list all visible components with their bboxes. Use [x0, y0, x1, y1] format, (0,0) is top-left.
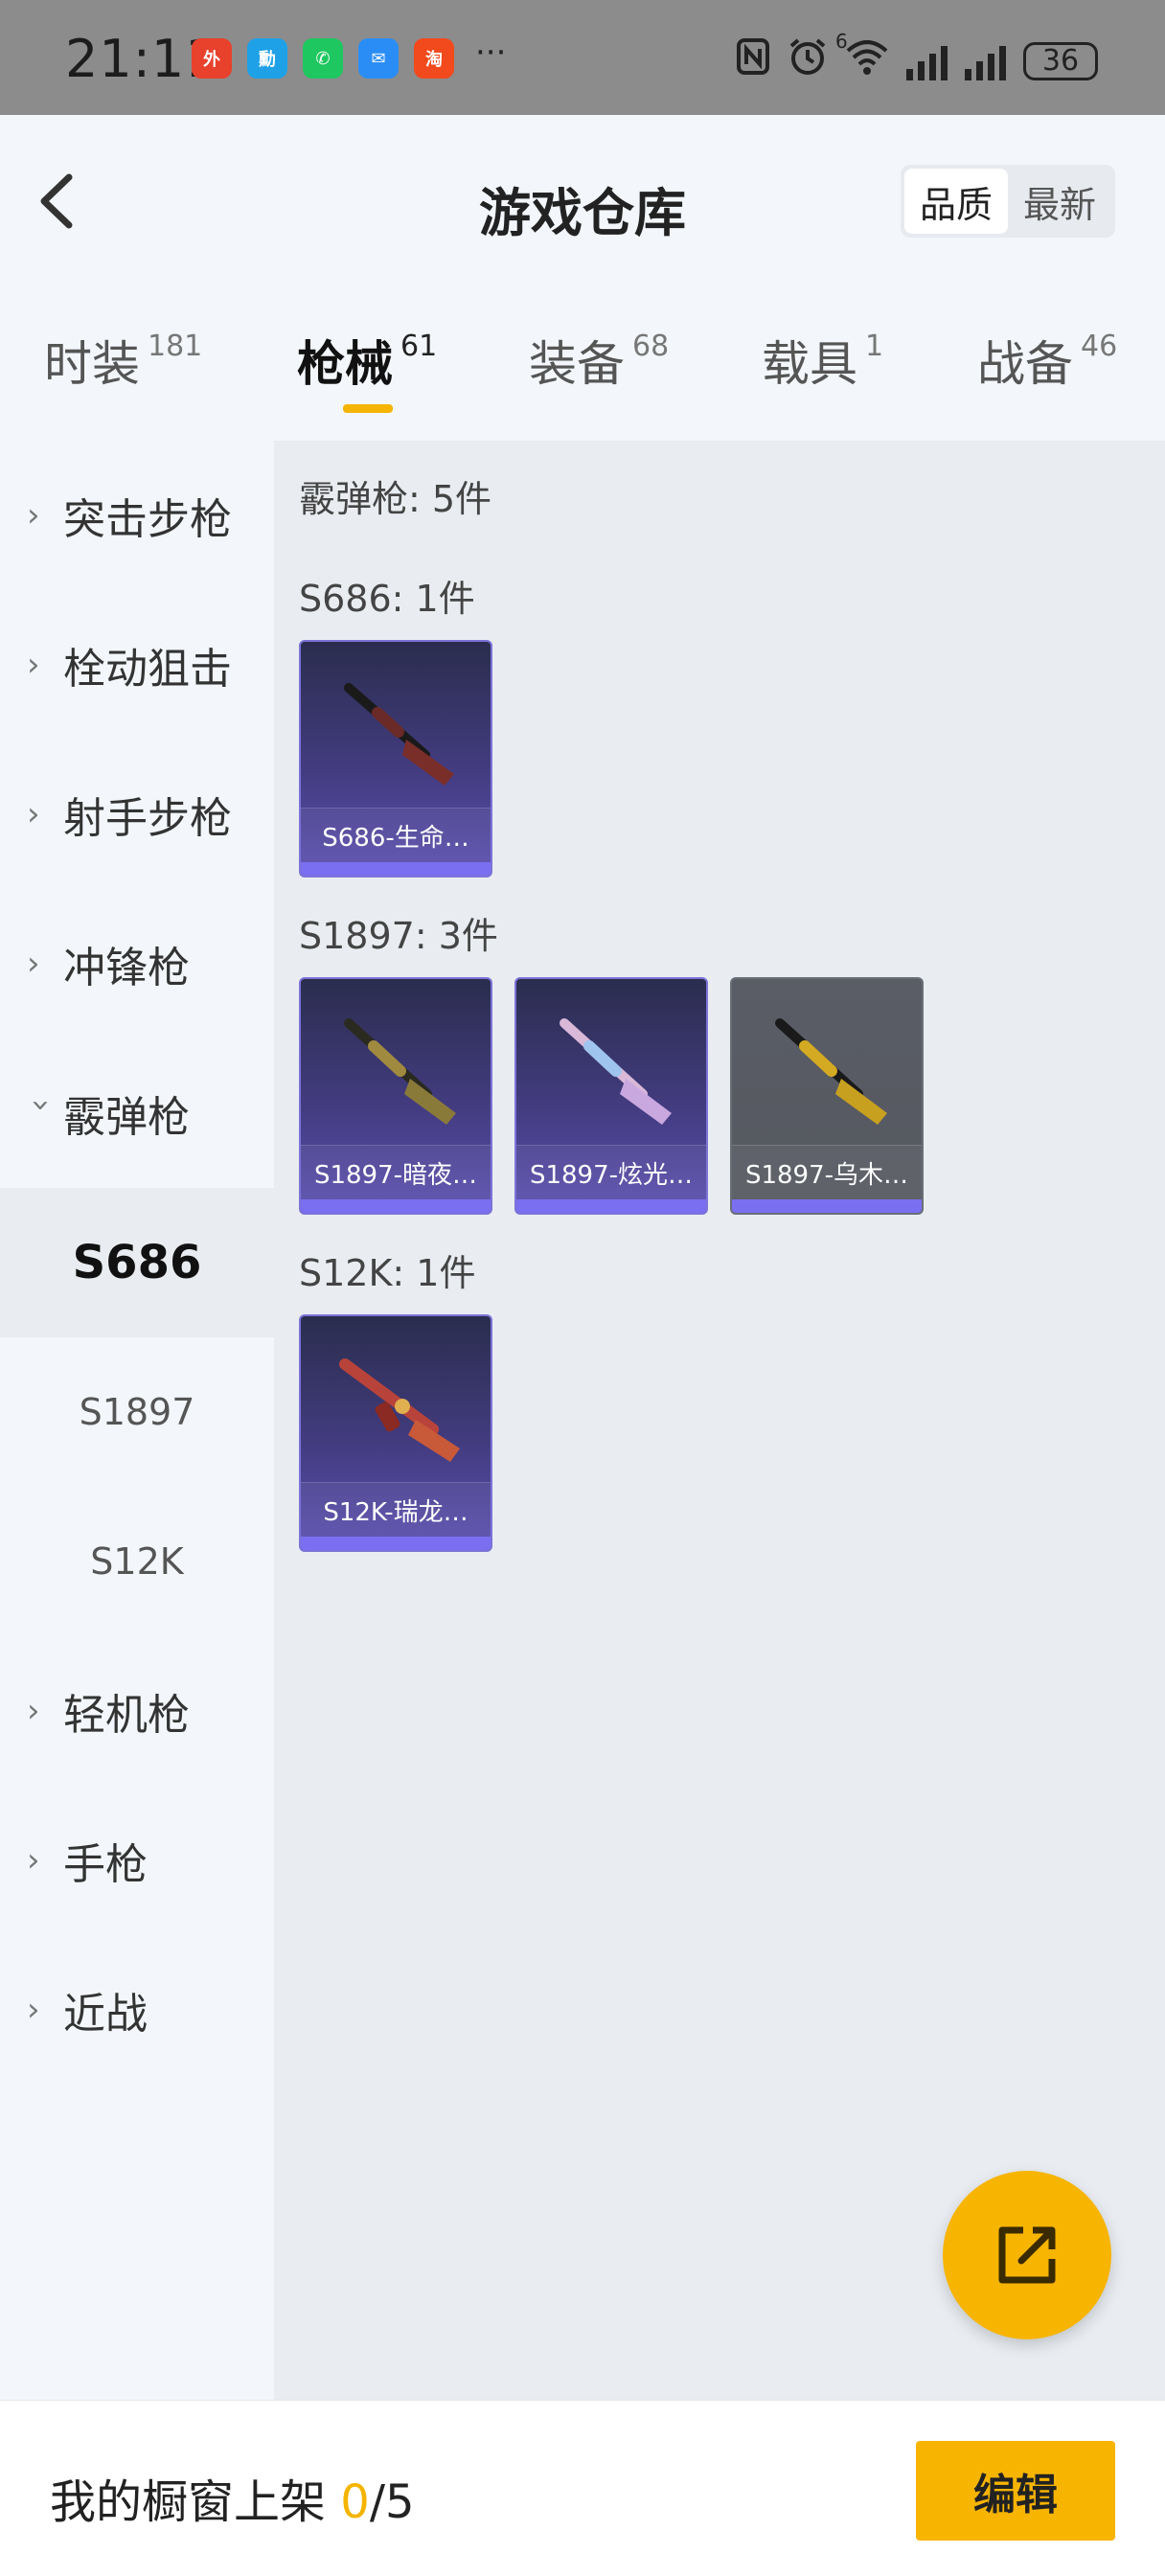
- signal-icon-2: [965, 42, 1006, 80]
- category-summary: 霰弹枪: 5件: [299, 478, 492, 520]
- sidebar-item-dmr[interactable]: › 射手步枪: [0, 740, 274, 889]
- network-type-label: 6: [835, 30, 848, 53]
- sidebar-item-smg[interactable]: › 冲锋枪: [0, 889, 274, 1038]
- sidebar-subitem-s1897[interactable]: S1897: [0, 1337, 274, 1487]
- showcase-total-count: /5: [369, 2475, 415, 2529]
- tab-label: 时装: [44, 336, 140, 392]
- sidebar-item-shotgun[interactable]: › 霰弹枪: [0, 1038, 274, 1188]
- sidebar-item-label: 射手步枪: [63, 794, 232, 843]
- item-card[interactable]: S1897-炫光…: [514, 977, 708, 1215]
- chevron-right-icon: ›: [27, 1991, 40, 2029]
- item-name: S1897-暗夜…: [301, 1145, 491, 1199]
- signal-icon-1: [906, 42, 948, 80]
- chevron-right-icon: ›: [27, 1841, 40, 1880]
- taobao-icon: 淘: [414, 38, 454, 79]
- group-title-s1897: S1897: 3件: [299, 915, 498, 957]
- tab-label: 载具: [762, 336, 857, 392]
- sort-toggle: 品质 最新: [900, 165, 1115, 238]
- notification-icons: 外 勳 ✆ ✉ 淘 ···: [192, 34, 506, 79]
- tab-count: 61: [400, 330, 438, 363]
- tab-label: 枪械: [297, 336, 393, 392]
- tab-outfits[interactable]: 时装 181: [44, 326, 202, 395]
- showcase-bar: 我的橱窗上架 0/5 编辑: [0, 2400, 1165, 2576]
- item-card[interactable]: S1897-乌木…: [730, 977, 924, 1215]
- shotgun-icon: [344, 683, 454, 786]
- rarity-bar: [301, 1537, 491, 1550]
- shotgun-icon: [775, 1018, 887, 1125]
- tab-count: 68: [632, 330, 670, 363]
- category-tabs: 时装 181 枪械 61 装备 68 载具 1 战备 46: [0, 316, 1165, 441]
- shotgun-icon: [560, 1018, 672, 1125]
- item-card[interactable]: S1897-暗夜…: [299, 977, 492, 1215]
- sidebar-item-label: 霰弹枪: [63, 1093, 190, 1142]
- shotgun-icon: [339, 1358, 460, 1462]
- rarity-bar: [732, 1199, 922, 1213]
- item-name: S1897-乌木…: [732, 1145, 922, 1199]
- showcase-current-count: 0: [340, 2475, 370, 2529]
- showcase-status: 我的橱窗上架 0/5: [50, 2464, 415, 2531]
- active-tab-indicator: [343, 404, 393, 413]
- tab-vehicles[interactable]: 载具 1: [762, 326, 883, 395]
- chevron-down-icon: ›: [22, 1099, 60, 1112]
- tab-equipment[interactable]: 装备 68: [529, 326, 669, 395]
- tab-label: 装备: [529, 336, 625, 392]
- chevron-right-icon: ›: [27, 945, 40, 983]
- tab-supplies[interactable]: 战备 46: [977, 326, 1117, 395]
- more-notifications-icon: ···: [475, 34, 507, 72]
- tab-count: 1: [865, 330, 884, 363]
- weapon-category-sidebar: › 突击步枪 › 栓动狙击 › 射手步枪 › 冲锋枪 › 霰弹枪 S686 S1897 S…: [0, 441, 274, 2400]
- sidebar-item-label: 近战: [63, 1990, 148, 2039]
- tab-label: 战备: [977, 336, 1073, 392]
- tab-count: 46: [1081, 330, 1118, 363]
- sidebar-subitem-s686[interactable]: S686: [0, 1188, 274, 1337]
- sidebar-item-melee[interactable]: › 近战: [0, 1935, 274, 2085]
- item-name: S1897-炫光…: [516, 1145, 706, 1199]
- sidebar-item-lmg[interactable]: › 轻机枪: [0, 1636, 274, 1786]
- item-card[interactable]: S12K-瑞龙…: [299, 1314, 492, 1552]
- sidebar-item-pistol[interactable]: › 手枪: [0, 1786, 274, 1935]
- rarity-bar: [301, 1199, 491, 1213]
- nfc-icon: [736, 37, 770, 84]
- sort-by-newest-button[interactable]: 最新: [1008, 169, 1111, 234]
- chevron-right-icon: ›: [27, 1692, 40, 1730]
- external-link-icon: [998, 2226, 1056, 2284]
- sort-by-quality-button[interactable]: 品质: [903, 169, 1008, 234]
- wechat-icon: ✆: [303, 38, 343, 79]
- group-title-s686: S686: 1件: [299, 578, 475, 620]
- item-name: S12K-瑞龙…: [301, 1482, 491, 1537]
- sidebar-item-label: 突击步枪: [63, 495, 232, 544]
- share-button[interactable]: [943, 2171, 1111, 2339]
- item-card[interactable]: S686-生命…: [299, 640, 492, 878]
- sidebar-item-label: 手枪: [63, 1840, 148, 1889]
- shotgun-icon: [344, 1018, 456, 1125]
- item-content-panel: 霰弹枪: 5件 S686: 1件 S686-生命… S1897: 3件 S189…: [274, 441, 1165, 2400]
- sidebar-item-label: 栓动狙击: [63, 645, 232, 694]
- sidebar-item-assault-rifles[interactable]: › 突击步枪: [0, 441, 274, 590]
- sidebar-subitem-s12k[interactable]: S12K: [0, 1487, 274, 1636]
- alarm-icon: [788, 36, 828, 85]
- bike-app-icon: 勳: [247, 38, 287, 79]
- status-bar: 21:11 外 勳 ✆ ✉ 淘 ··· 6 36: [0, 0, 1165, 115]
- tab-guns[interactable]: 枪械 61: [297, 326, 437, 395]
- tab-count: 181: [148, 330, 203, 363]
- chevron-right-icon: ›: [27, 646, 40, 684]
- takeaway-app-icon: 外: [192, 38, 232, 79]
- chevron-right-icon: ›: [27, 496, 40, 535]
- sidebar-item-label: 轻机枪: [63, 1691, 190, 1740]
- sidebar-item-label: 冲锋枪: [63, 944, 190, 992]
- sidebar-item-bolt-sniper[interactable]: › 栓动狙击: [0, 590, 274, 740]
- chevron-right-icon: ›: [27, 795, 40, 833]
- message-app-icon: ✉: [358, 38, 399, 79]
- rarity-bar: [516, 1199, 706, 1213]
- system-icons: 6 36: [736, 30, 1098, 85]
- edit-button[interactable]: 编辑: [916, 2441, 1115, 2541]
- group-title-s12k: S12K: 1件: [299, 1252, 476, 1294]
- rarity-bar: [301, 862, 491, 876]
- wifi-icon: 6: [835, 30, 889, 84]
- battery-indicator: 36: [1023, 41, 1098, 80]
- app-header: 游戏仓库 品质 最新: [0, 115, 1165, 287]
- showcase-label: 我的橱窗上架: [50, 2475, 341, 2529]
- item-name: S686-生命…: [301, 808, 491, 862]
